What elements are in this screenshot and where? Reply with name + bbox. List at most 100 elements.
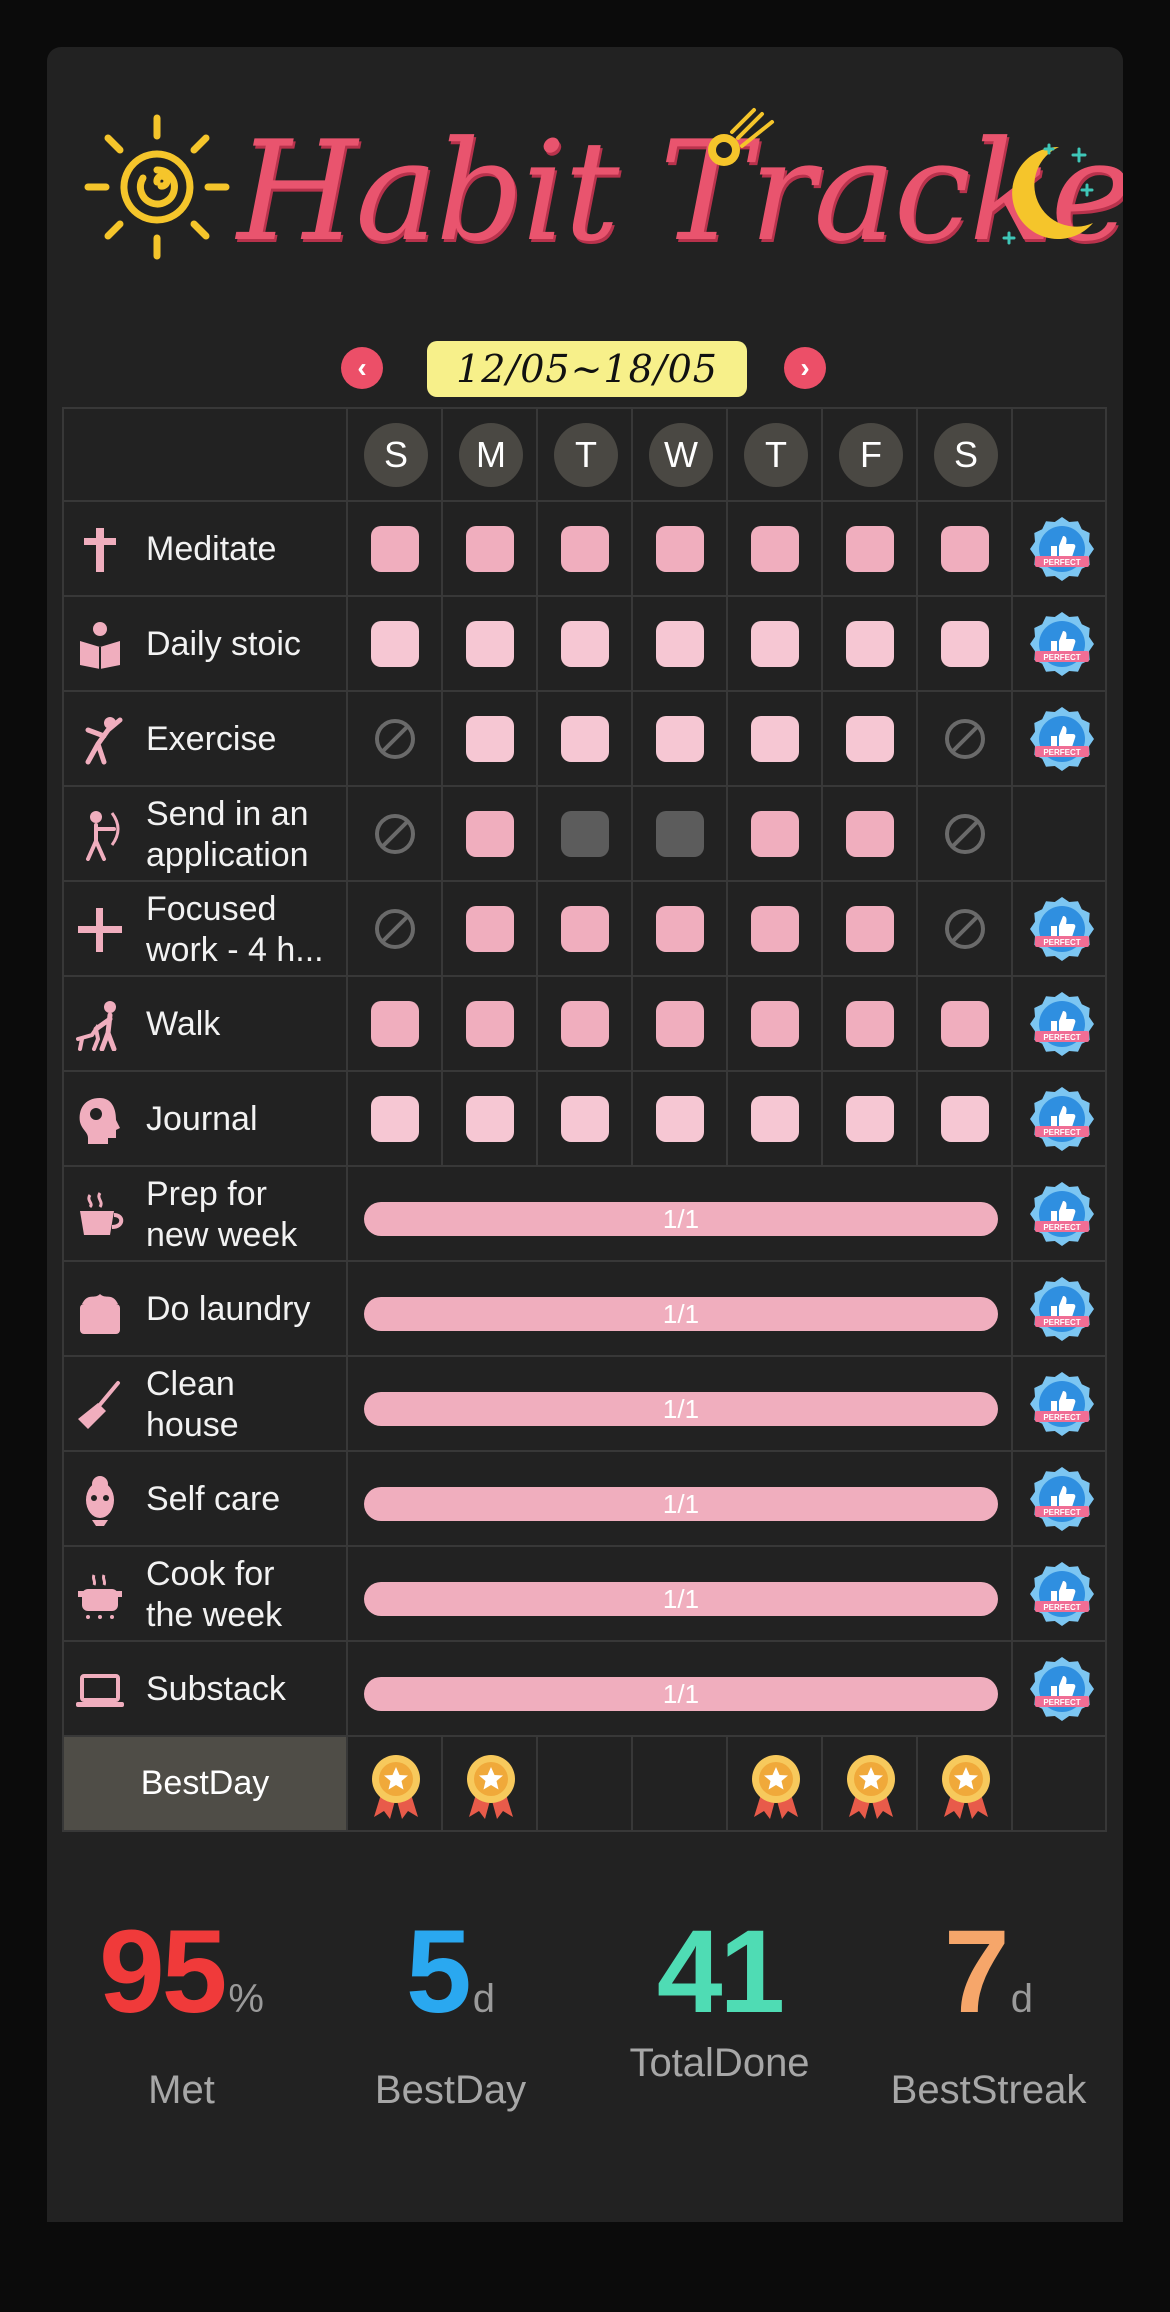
completed-checkbox[interactable] [846,811,894,857]
weekly-progress-bar[interactable]: 1/1 [364,1202,998,1236]
completed-checkbox[interactable] [941,526,989,572]
habit-day-cell [346,977,441,1070]
skipped-day-icon[interactable] [943,812,987,856]
stat-label: TotalDone [629,2041,810,2085]
habit-name-cell[interactable]: Substack [62,1642,346,1735]
habit-name-cell[interactable]: Do laundry [62,1262,346,1355]
previous-week-button[interactable]: ‹ [341,347,383,389]
skipped-day-icon[interactable] [373,812,417,856]
completed-checkbox[interactable] [751,906,799,952]
incomplete-checkbox[interactable] [561,811,609,857]
completed-checkbox[interactable] [371,526,419,572]
completed-checkbox[interactable] [371,1096,419,1142]
habit-name-cell[interactable]: Focused work - 4 h... [62,882,346,975]
completed-checkbox[interactable] [561,526,609,572]
habit-name-cell[interactable]: Journal [62,1072,346,1165]
habit-name-cell[interactable]: Walk [62,977,346,1070]
habit-name-cell[interactable]: Clean house [62,1357,346,1450]
weekly-progress-cell: 1/1 [346,1642,1011,1735]
habit-name-cell[interactable]: Daily stoic [62,597,346,690]
completed-checkbox[interactable] [371,1001,419,1047]
completed-checkbox[interactable] [941,1001,989,1047]
weekly-progress-bar[interactable]: 1/1 [364,1582,998,1616]
completed-checkbox[interactable] [751,621,799,667]
completed-checkbox[interactable] [656,1096,704,1142]
perfect-badge-label: PERFECT [1043,558,1080,567]
completed-checkbox[interactable] [656,716,704,762]
incomplete-checkbox[interactable] [656,811,704,857]
completed-checkbox[interactable] [466,811,514,857]
habit-row: Prep for new week 1/1 PERFECT [62,1167,1107,1262]
perfect-badge-icon: PERFECT [1030,1277,1094,1341]
next-week-button[interactable]: › [784,347,826,389]
completed-checkbox[interactable] [656,906,704,952]
completed-checkbox[interactable] [561,1001,609,1047]
habit-status-cell: PERFECT [1011,1547,1107,1640]
completed-checkbox[interactable] [466,526,514,572]
completed-checkbox[interactable] [751,526,799,572]
completed-checkbox[interactable] [846,526,894,572]
completed-checkbox[interactable] [751,716,799,762]
perfect-badge-icon: PERFECT [1030,992,1094,1056]
completed-checkbox[interactable] [846,906,894,952]
stat-value: 95% [47,1907,316,2064]
completed-checkbox[interactable] [941,1096,989,1142]
habit-status-cell: PERFECT [1011,1262,1107,1355]
habit-day-cell [821,692,916,785]
day-letter: S [364,423,428,487]
skipped-day-icon[interactable] [373,717,417,761]
completed-checkbox[interactable] [846,716,894,762]
completed-checkbox[interactable] [466,1096,514,1142]
best-day-end-cell [1011,1737,1107,1830]
skipped-day-icon[interactable] [943,907,987,951]
completed-checkbox[interactable] [561,716,609,762]
completed-checkbox[interactable] [846,1096,894,1142]
habit-day-cell [821,502,916,595]
completed-checkbox[interactable] [466,716,514,762]
completed-checkbox[interactable] [941,621,989,667]
habit-day-cell [536,882,631,975]
habit-day-cell [536,977,631,1070]
stat-number: 7 [944,1906,1010,2038]
completed-checkbox[interactable] [371,621,419,667]
completed-checkbox[interactable] [656,1001,704,1047]
laundry-basket-icon [80,1294,120,1334]
completed-checkbox[interactable] [751,1096,799,1142]
habit-day-cell [441,882,536,975]
completed-checkbox[interactable] [846,1001,894,1047]
habit-name-cell[interactable]: Cook for the week [62,1547,346,1640]
weekly-progress-bar[interactable]: 1/1 [364,1392,998,1426]
habit-name-cell[interactable]: Send in an application [62,787,346,880]
weekly-progress-bar[interactable]: 1/1 [364,1677,998,1711]
completed-checkbox[interactable] [656,526,704,572]
best-day-label: BestDay [62,1737,346,1830]
habit-name-cell[interactable]: Meditate [62,502,346,595]
completed-checkbox[interactable] [846,621,894,667]
habit-name-cell[interactable]: Exercise [62,692,346,785]
completed-checkbox[interactable] [466,621,514,667]
habit-day-cell [726,882,821,975]
completed-checkbox[interactable] [561,1096,609,1142]
moon-icon [1002,143,1094,245]
completed-checkbox[interactable] [751,1001,799,1047]
completed-checkbox[interactable] [561,621,609,667]
weekly-progress-bar[interactable]: 1/1 [364,1297,998,1331]
perfect-badge-label: PERFECT [1043,1603,1080,1612]
perfect-badge-icon: PERFECT [1030,1182,1094,1246]
habit-row: Do laundry 1/1 PERFECT [62,1262,1107,1357]
weekly-progress-bar[interactable]: 1/1 [364,1487,998,1521]
completed-checkbox[interactable] [751,811,799,857]
skipped-day-icon[interactable] [943,717,987,761]
habit-day-cell [536,1072,631,1165]
completed-checkbox[interactable] [466,1001,514,1047]
skipped-day-icon[interactable] [373,907,417,951]
habit-name-cell[interactable]: Prep for new week [62,1167,346,1260]
stat-number: 41 [656,1906,785,2038]
completed-checkbox[interactable] [561,906,609,952]
perfect-badge-icon: PERFECT [1030,1372,1094,1436]
sun-icon [84,114,230,260]
habit-name-cell[interactable]: Self care [62,1452,346,1545]
completed-checkbox[interactable] [466,906,514,952]
completed-checkbox[interactable] [656,621,704,667]
habit-name: Exercise [146,720,277,758]
